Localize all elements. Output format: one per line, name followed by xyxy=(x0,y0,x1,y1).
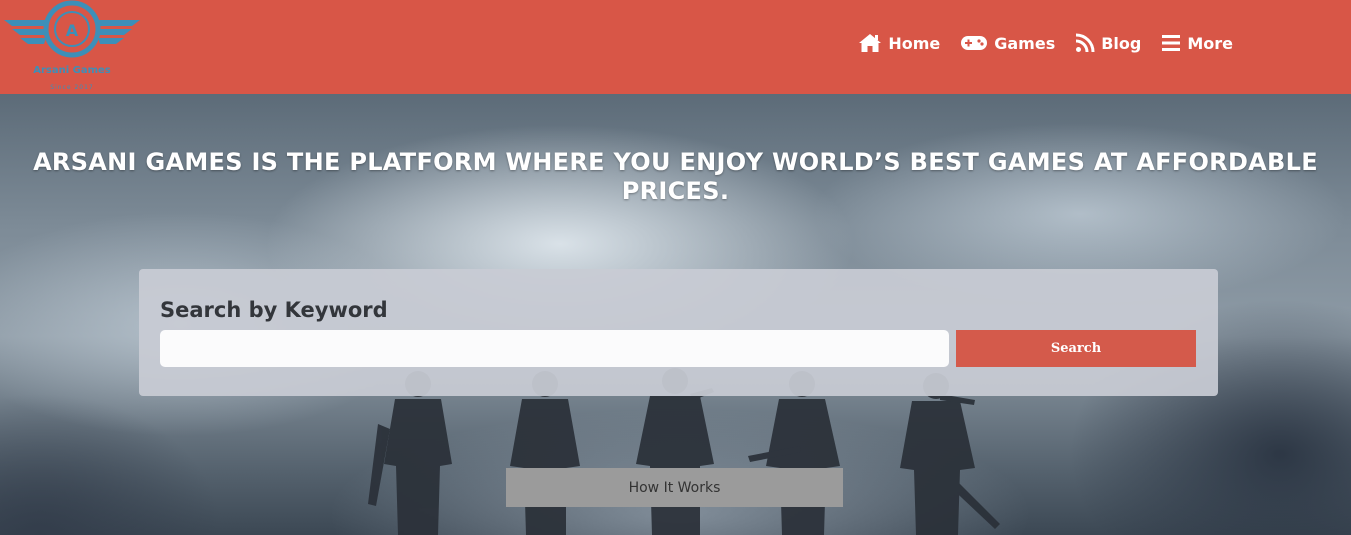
hero-section: ARSANI GAMES IS THE PLATFORM WHERE YOU E… xyxy=(0,94,1351,535)
logo-tagline: Since 2017 xyxy=(50,84,94,91)
search-input[interactable] xyxy=(160,330,949,367)
search-heading: Search by Keyword xyxy=(160,298,388,322)
nav-games-label: Games xyxy=(994,33,1056,53)
nav-blog[interactable]: Blog xyxy=(1075,33,1141,53)
nav-blog-label: Blog xyxy=(1101,33,1142,53)
nav-games[interactable]: Games xyxy=(960,34,1055,53)
search-button[interactable]: Search xyxy=(956,330,1196,367)
menu-icon xyxy=(1162,35,1181,51)
search-panel: Search by Keyword Search xyxy=(139,269,1218,396)
how-it-works-button[interactable]: How It Works xyxy=(506,468,843,507)
site-logo[interactable]: A Arsani Games Since 2017 xyxy=(2,0,142,94)
nav-home-label: Home xyxy=(888,33,941,53)
main-nav: Home Games Blog More xyxy=(858,33,1233,53)
home-icon xyxy=(859,34,882,52)
nav-home[interactable]: Home xyxy=(858,33,940,53)
site-header: A Arsani Games Since 2017 Home Games Blo… xyxy=(0,0,1351,94)
rss-icon xyxy=(1076,33,1095,53)
nav-more[interactable]: More xyxy=(1161,34,1233,53)
winged-logo-icon: A xyxy=(4,0,140,58)
logo-letter: A xyxy=(66,21,79,40)
logo-name: Arsani Games xyxy=(33,65,111,76)
soldier-silhouette xyxy=(900,373,1000,535)
hero-headline: ARSANI GAMES IS THE PLATFORM WHERE YOU E… xyxy=(33,148,1318,206)
nav-more-label: More xyxy=(1187,33,1233,53)
gamepad-icon xyxy=(961,36,988,50)
